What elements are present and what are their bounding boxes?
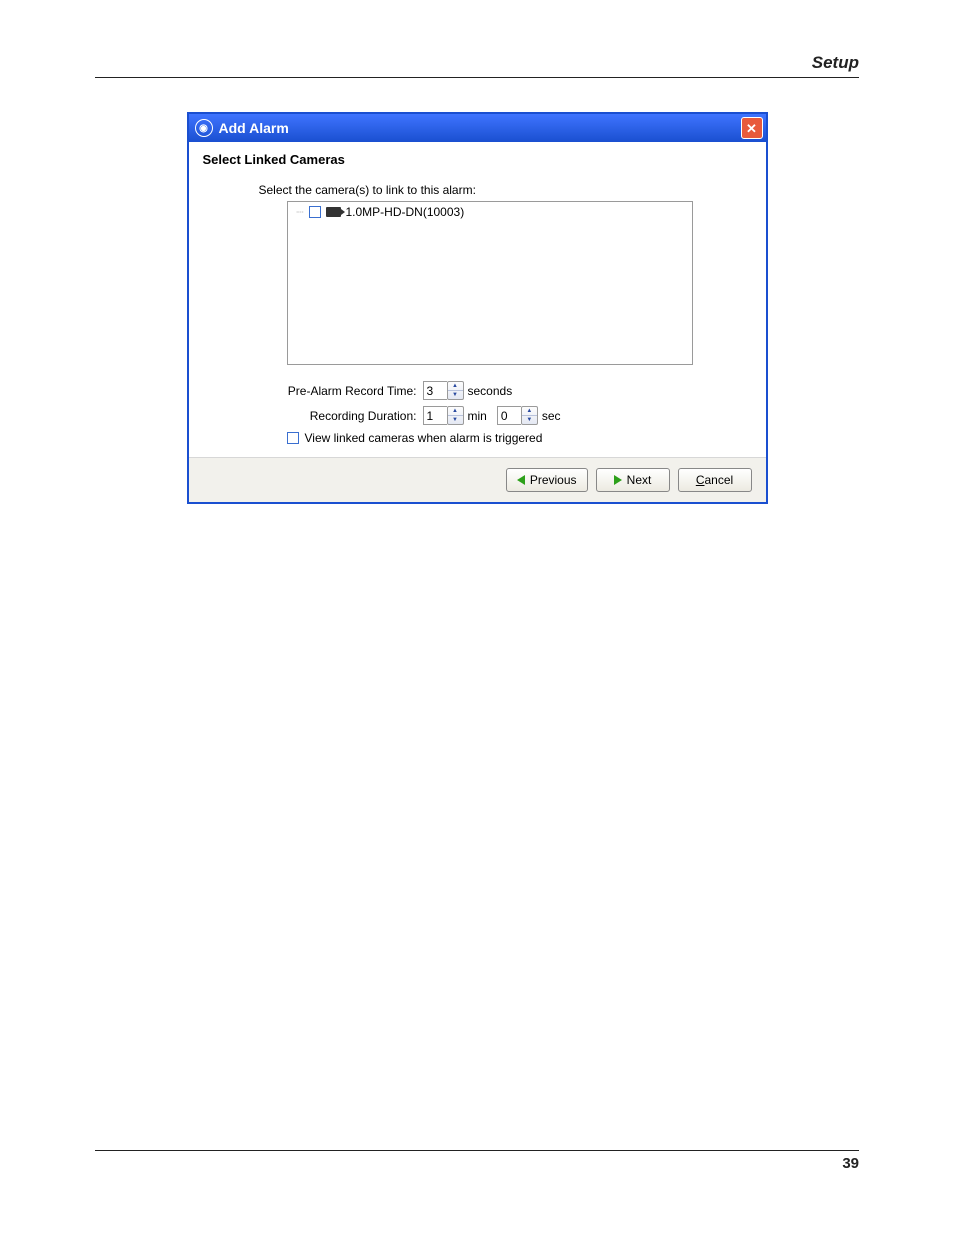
- page-footer-rule: 39: [95, 1150, 859, 1175]
- button-bar: Previous Next Cancel: [189, 457, 766, 502]
- pre-alarm-spin-buttons[interactable]: ▲ ▼: [447, 381, 464, 400]
- duration-sec-unit: sec: [542, 409, 561, 423]
- next-button[interactable]: Next: [596, 468, 670, 492]
- spin-down-icon[interactable]: ▼: [522, 416, 537, 424]
- tree-connector: ┈: [292, 205, 304, 219]
- view-linked-label: View linked cameras when alarm is trigge…: [305, 431, 543, 445]
- spin-down-icon[interactable]: ▼: [448, 416, 463, 424]
- duration-sec-spin-buttons[interactable]: ▲ ▼: [521, 406, 538, 425]
- pre-alarm-row: Pre-Alarm Record Time: ▲ ▼ seconds: [287, 381, 752, 400]
- add-alarm-dialog: ◉ Add Alarm ✕ Select Linked Cameras Sele…: [187, 112, 768, 504]
- view-linked-row[interactable]: View linked cameras when alarm is trigge…: [287, 431, 752, 445]
- pre-alarm-label: Pre-Alarm Record Time:: [287, 384, 417, 398]
- spin-down-icon[interactable]: ▼: [448, 391, 463, 399]
- duration-min-spin-buttons[interactable]: ▲ ▼: [447, 406, 464, 425]
- spin-up-icon[interactable]: ▲: [522, 407, 537, 416]
- duration-label: Recording Duration:: [287, 409, 417, 423]
- page-header-rule: Setup: [95, 55, 859, 78]
- camera-tree[interactable]: ┈ 1.0MP-HD-DN(10003): [287, 201, 693, 365]
- pre-alarm-spinner[interactable]: ▲ ▼: [423, 381, 464, 400]
- arrow-right-icon: [614, 475, 622, 485]
- view-linked-checkbox[interactable]: [287, 432, 299, 444]
- next-button-label: Next: [627, 473, 652, 487]
- previous-button-label: Previous: [530, 473, 577, 487]
- spin-up-icon[interactable]: ▲: [448, 382, 463, 391]
- camera-icon: [326, 207, 341, 217]
- page-number: 39: [842, 1155, 859, 1172]
- document-page: Setup ◉ Add Alarm ✕ Select Linked Camera…: [0, 0, 954, 1235]
- page-header-title: Setup: [812, 53, 859, 73]
- duration-row: Recording Duration: ▲ ▼ min: [287, 406, 752, 425]
- arrow-left-icon: [517, 475, 525, 485]
- dialog-content: Select Linked Cameras Select the camera(…: [189, 142, 766, 457]
- camera-checkbox[interactable]: [309, 206, 321, 218]
- instruction-text: Select the camera(s) to link to this ala…: [259, 183, 752, 197]
- app-icon: ◉: [195, 119, 213, 137]
- duration-min-unit: min: [468, 409, 487, 423]
- camera-label: 1.0MP-HD-DN(10003): [346, 205, 465, 219]
- previous-button[interactable]: Previous: [506, 468, 588, 492]
- close-button[interactable]: ✕: [741, 117, 763, 139]
- camera-tree-item[interactable]: ┈ 1.0MP-HD-DN(10003): [292, 204, 688, 220]
- duration-min-input[interactable]: [423, 406, 447, 425]
- form-rows: Pre-Alarm Record Time: ▲ ▼ seconds Recor…: [287, 381, 752, 425]
- cancel-button[interactable]: Cancel: [678, 468, 752, 492]
- duration-min-spinner[interactable]: ▲ ▼: [423, 406, 464, 425]
- section-title: Select Linked Cameras: [203, 152, 752, 167]
- spin-up-icon[interactable]: ▲: [448, 407, 463, 416]
- cancel-button-label: Cancel: [696, 473, 733, 487]
- duration-sec-input[interactable]: [497, 406, 521, 425]
- close-icon: ✕: [746, 122, 757, 135]
- titlebar[interactable]: ◉ Add Alarm ✕: [189, 114, 766, 142]
- duration-sec-spinner[interactable]: ▲ ▼: [497, 406, 538, 425]
- window-title: Add Alarm: [219, 120, 741, 136]
- figure-container: ◉ Add Alarm ✕ Select Linked Cameras Sele…: [95, 112, 859, 504]
- pre-alarm-input[interactable]: [423, 381, 447, 400]
- pre-alarm-unit: seconds: [468, 384, 513, 398]
